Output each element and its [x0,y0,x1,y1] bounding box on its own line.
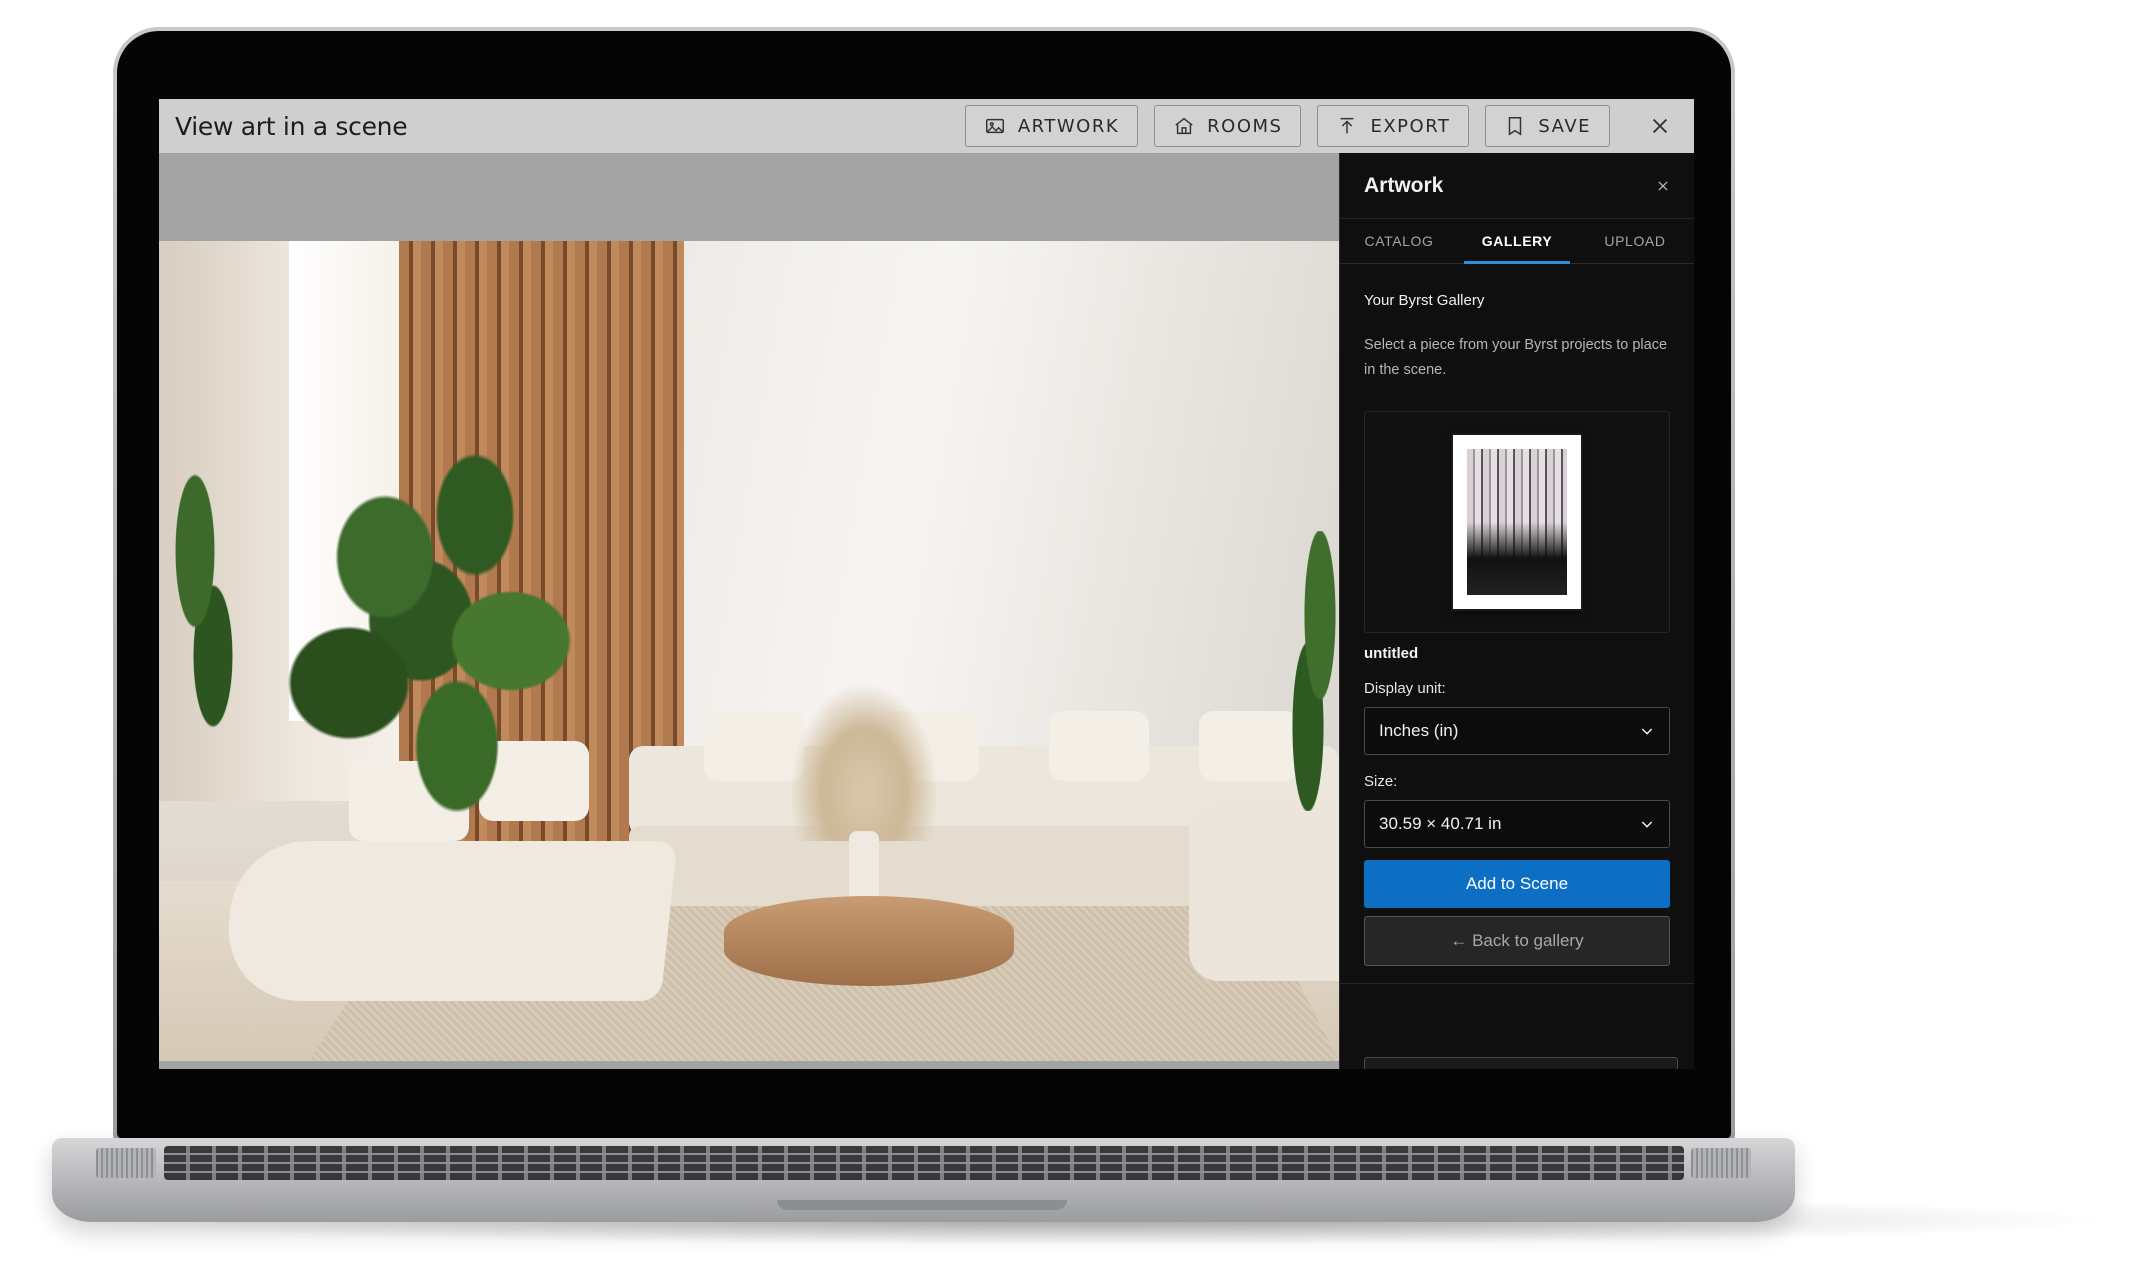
app-window: View art in a scene ARTWORK ROOMS EXPORT… [159,99,1694,1069]
size-select[interactable]: 30.59 × 40.71 in [1364,800,1670,848]
titlebar: View art in a scene ARTWORK ROOMS EXPORT… [159,99,1694,153]
display-unit-label: Display unit: [1364,680,1446,697]
chevron-down-icon [1641,728,1653,735]
artwork-thumbnail [1453,435,1581,609]
speaker-grille [1691,1148,1751,1178]
tab-gallery[interactable]: GALLERY [1458,219,1576,264]
add-to-scene-button[interactable]: Add to Scene [1364,860,1670,908]
tab-upload[interactable]: UPLOAD [1576,219,1694,263]
save-button-label: SAVE [1538,115,1591,137]
close-icon [1652,118,1668,134]
home-icon [1175,117,1193,135]
rooms-button-label: ROOMS [1207,115,1283,137]
speaker-grille [96,1148,156,1178]
window-close-button[interactable] [1640,106,1680,146]
panel-body: Your Byrst Gallery Select a piece from y… [1340,264,1694,966]
export-button-label: EXPORT [1370,115,1451,137]
artwork-name: untitled [1364,645,1419,662]
gallery-description: Select a piece from your Byrst projects … [1364,337,1668,378]
room-photo [159,241,1339,1061]
coffee-table [724,896,1014,986]
image-icon [985,118,1004,134]
display-unit-value: Inches (in) [1379,721,1459,740]
laptop-base [52,1138,1795,1222]
panel-title: Artwork [1364,173,1444,197]
upload-icon [1341,117,1354,134]
scene-canvas[interactable] [159,153,1339,1069]
keyboard [164,1146,1684,1180]
artwork-button[interactable]: ARTWORK [964,105,1139,147]
footer-control[interactable] [1364,1057,1678,1069]
rooms-button[interactable]: ROOMS [1154,105,1302,147]
tab-catalog[interactable]: CATALOG [1340,219,1458,263]
laptop-lid: View art in a scene ARTWORK ROOMS EXPORT… [113,27,1735,1143]
display-unit-select[interactable]: Inches (in) [1364,707,1670,755]
bookmark-icon [1509,117,1522,136]
chevron-down-icon [1641,821,1653,828]
panel-tabs: CATALOG GALLERY UPLOAD [1340,219,1694,264]
export-button[interactable]: EXPORT [1317,105,1470,147]
artwork-button-label: ARTWORK [1017,115,1120,137]
plant [259,431,619,851]
panel-header: Artwork [1340,153,1694,219]
close-icon [1658,180,1668,191]
panel-close-button[interactable] [1656,179,1670,193]
panel-footer [1340,983,1694,1069]
app-title: View art in a scene [175,111,408,141]
lid-notch [777,1200,1067,1210]
size-label: Size: [1364,773,1398,790]
laptop-bezel: View art in a scene ARTWORK ROOMS EXPORT… [117,31,1731,1139]
gallery-heading: Your Byrst Gallery [1364,292,1485,309]
save-button[interactable]: SAVE [1485,105,1610,147]
size-value: 30.59 × 40.71 in [1379,814,1502,833]
artwork-panel: Artwork CATALOG GALLERY UPLOAD Your Byrs… [1339,153,1694,1069]
artwork-preview[interactable] [1364,411,1670,633]
back-to-gallery-button[interactable]: ← Back to gallery [1364,916,1670,966]
